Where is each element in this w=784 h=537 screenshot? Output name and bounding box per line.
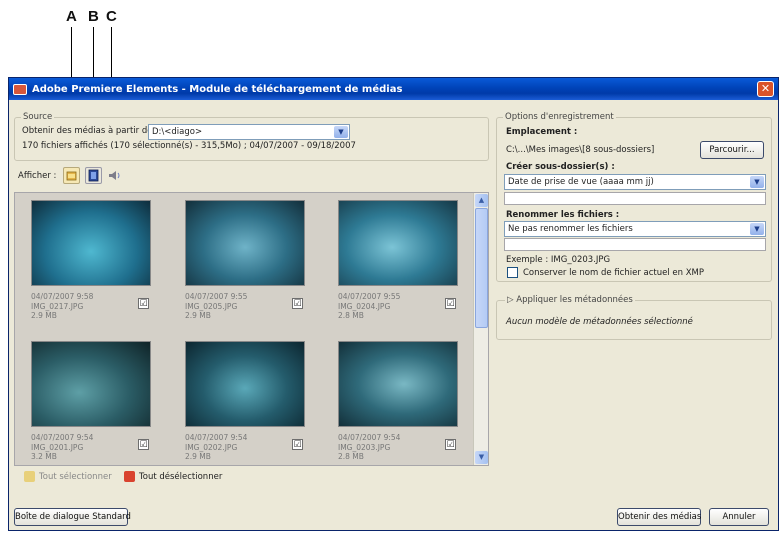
thumbnail-meta: 04/07/2007 9:54 IMG_0202.JPG 2.9 MB — [185, 433, 248, 461]
thumbnail-checkbox[interactable]: ☑ — [138, 298, 149, 309]
photo-thumbnail[interactable] — [185, 341, 305, 427]
callout-a: A — [66, 8, 77, 25]
expand-arrow-icon: ▷ — [507, 295, 514, 305]
subfolder-select[interactable]: Date de prise de vue (aaaa mm jj) ▼ — [504, 174, 766, 190]
show-label: Afficher : — [18, 171, 57, 181]
source-group-title: Source — [21, 112, 55, 122]
rename-select[interactable]: Ne pas renommer les fichiers ▼ — [504, 221, 766, 237]
location-label: Emplacement : — [506, 127, 578, 137]
metadata-expander[interactable]: ▷ Appliquer les métadonnées — [505, 295, 635, 305]
photo-thumbnail[interactable] — [31, 341, 151, 427]
select-all-button[interactable]: Tout sélectionner — [24, 471, 112, 482]
thumbnail-meta: 04/07/2007 9:54 IMG_0203.JPG 2.8 MB — [338, 433, 401, 461]
deselect-all-button[interactable]: Tout désélectionner — [124, 471, 222, 482]
image-filter-icon[interactable] — [63, 167, 80, 184]
select-all-label: Tout sélectionner — [39, 471, 112, 482]
keep-filename-checkbox[interactable] — [507, 267, 518, 278]
scrollbar-thumb[interactable] — [475, 208, 488, 328]
title-bar[interactable]: Adobe Premiere Elements - Module de télé… — [9, 78, 778, 100]
callout-b: B — [88, 8, 99, 25]
cancel-button[interactable]: Annuler — [709, 508, 769, 526]
example-filename: Exemple : IMG_0203.JPG — [506, 255, 611, 265]
subfolder-custom-field[interactable] — [504, 192, 766, 205]
vertical-scrollbar[interactable]: ▲ ▼ — [473, 193, 488, 465]
audio-filter-icon[interactable] — [106, 167, 123, 184]
rename-value: Ne pas renommer les fichiers — [508, 224, 633, 234]
thumbnail-meta: 04/07/2007 9:55 IMG_0205.JPG 2.9 MB — [185, 292, 248, 320]
rename-custom-field[interactable] — [504, 238, 766, 251]
callout-c: C — [106, 8, 117, 25]
thumbnail-checkbox[interactable]: ☑ — [445, 298, 456, 309]
close-button[interactable]: ✕ — [757, 81, 774, 97]
thumbnail-meta: 04/07/2007 9:54 IMG_0201.JPG 3.2 MB — [31, 433, 94, 461]
get-media-button[interactable]: Obtenir des médias — [617, 508, 701, 526]
save-options-title: Options d'enregistrement — [503, 112, 616, 122]
thumbnail-card[interactable]: 04/07/2007 9:55 IMG_0204.JPG 2.8 MB ☑ — [338, 200, 458, 320]
subfolder-value: Date de prise de vue (aaaa mm jj) — [508, 177, 654, 187]
scroll-up-icon[interactable]: ▲ — [475, 194, 488, 207]
select-all-icon — [24, 471, 35, 482]
deselect-all-icon — [124, 471, 135, 482]
photo-thumbnail[interactable] — [185, 200, 305, 286]
deselect-all-label: Tout désélectionner — [139, 471, 223, 482]
location-value: C:\...\Mes images\[8 sous-dossiers] — [506, 145, 655, 155]
metadata-title: Appliquer les métadonnées — [516, 295, 633, 305]
thumbnail-checkbox[interactable]: ☑ — [292, 439, 303, 450]
metadata-status: Aucun modèle de métadonnées sélectionné — [506, 317, 693, 327]
thumbnail-meta: 04/07/2007 9:58 IMG_0217.JPG 2.9 MB — [31, 292, 94, 320]
video-filter-icon[interactable] — [85, 167, 102, 184]
thumbnail-checkbox[interactable]: ☑ — [138, 439, 149, 450]
thumbnail-card[interactable]: 04/07/2007 9:55 IMG_0205.JPG 2.9 MB ☑ — [185, 200, 305, 320]
thumbnail-checkbox[interactable]: ☑ — [445, 439, 456, 450]
files-summary: 170 fichiers affichés (170 sélectionné(s… — [22, 141, 356, 151]
photo-thumbnail[interactable] — [31, 200, 151, 286]
keep-filename-label: Conserver le nom de fichier actuel en XM… — [523, 268, 705, 278]
thumbnail-checkbox[interactable]: ☑ — [292, 298, 303, 309]
obtain-from-label: Obtenir des médias à partir de : — [22, 126, 159, 136]
standard-dialog-button[interactable]: Boîte de dialogue Standard — [14, 508, 131, 526]
browse-button[interactable]: Parcourir... — [700, 141, 764, 159]
thumbnail-card[interactable]: 04/07/2007 9:54 IMG_0201.JPG 3.2 MB ☑ — [31, 341, 151, 461]
subfolder-label: Créer sous-dossier(s) : — [506, 162, 615, 172]
chevron-down-icon: ▼ — [750, 176, 764, 188]
source-drive-select[interactable]: D:\<diago> ▼ — [148, 124, 350, 140]
thumbnail-card[interactable]: 04/07/2007 9:54 IMG_0202.JPG 2.9 MB ☑ — [185, 341, 305, 461]
app-icon — [13, 83, 27, 95]
photo-thumbnail[interactable] — [338, 341, 458, 427]
photo-thumbnail[interactable] — [338, 200, 458, 286]
chevron-down-icon: ▼ — [750, 223, 764, 235]
source-drive-value: D:\<diago> — [152, 127, 203, 137]
chevron-down-icon: ▼ — [334, 126, 348, 138]
rename-label: Renommer les fichiers : — [506, 210, 620, 220]
scroll-down-icon[interactable]: ▼ — [475, 451, 488, 464]
thumbnail-card[interactable]: 04/07/2007 9:58 IMG_0217.JPG 2.9 MB ☑ — [31, 200, 151, 320]
thumbnail-card[interactable]: 04/07/2007 9:54 IMG_0203.JPG 2.8 MB ☑ — [338, 341, 458, 461]
thumbnail-meta: 04/07/2007 9:55 IMG_0204.JPG 2.8 MB — [338, 292, 401, 320]
window-title: Adobe Premiere Elements - Module de télé… — [32, 83, 403, 95]
